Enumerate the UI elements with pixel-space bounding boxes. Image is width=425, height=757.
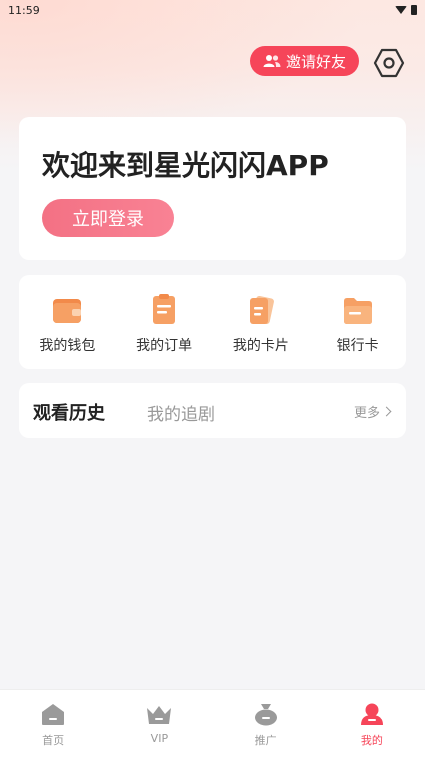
money-bag-icon <box>254 704 277 726</box>
welcome-card: 欢迎来到星光闪闪APP 立即登录 <box>19 117 406 260</box>
invite-users-icon <box>263 55 281 67</box>
status-time: 11:59 <box>8 3 40 17</box>
settings-hexagon-icon[interactable] <box>373 47 405 79</box>
status-icons <box>395 5 417 15</box>
menu-item-orders[interactable]: 我的订单 <box>116 275 213 369</box>
invite-friends-label: 邀请好友 <box>285 52 346 71</box>
menu-label-orders: 我的订单 <box>136 338 193 354</box>
chevron-right-icon <box>381 406 392 417</box>
menu-card: 我的钱包 我的订单 我的卡片 银行卡 <box>19 275 406 369</box>
tab-home[interactable]: 首页 <box>0 690 106 757</box>
menu-label-wallet: 我的钱包 <box>39 338 96 354</box>
more-link[interactable]: 更多 <box>353 402 392 421</box>
crown-icon <box>147 706 172 724</box>
wallet-icon <box>53 299 82 323</box>
tab-label-promote: 推广 <box>254 734 277 747</box>
profile-icon <box>360 703 383 725</box>
home-icon <box>42 704 65 725</box>
history-card: 观看历史 我的追剧 更多 <box>19 383 406 438</box>
order-icon <box>153 294 176 324</box>
bottom-tabbar: 首页 VIP 推广 我的 <box>0 689 425 757</box>
tab-my-series[interactable]: 我的追剧 <box>147 400 215 425</box>
menu-item-wallet[interactable]: 我的钱包 <box>19 275 116 369</box>
tab-watch-history[interactable]: 观看历史 <box>33 399 105 425</box>
tab-label-vip: VIP <box>150 732 169 745</box>
wifi-icon <box>395 6 407 14</box>
login-button[interactable]: 立即登录 <box>42 199 174 237</box>
welcome-title: 欢迎来到星光闪闪APP <box>42 149 329 182</box>
tab-profile[interactable]: 我的 <box>319 690 425 757</box>
bank-card-icon <box>343 298 372 324</box>
tab-label-profile: 我的 <box>360 734 383 747</box>
status-bar: 11:59 <box>0 0 425 20</box>
battery-icon <box>411 5 417 15</box>
more-label: 更多 <box>353 406 380 421</box>
menu-item-bank-card[interactable]: 银行卡 <box>309 275 406 369</box>
invite-friends-button[interactable]: 邀请好友 <box>250 46 359 76</box>
tab-vip[interactable]: VIP <box>106 690 212 757</box>
menu-label-cards: 我的卡片 <box>232 338 289 354</box>
menu-item-cards[interactable]: 我的卡片 <box>213 275 310 369</box>
tab-label-home: 首页 <box>42 734 65 747</box>
tab-promote[interactable]: 推广 <box>213 690 319 757</box>
menu-label-bank-card: 银行卡 <box>336 338 379 354</box>
card-icon <box>249 295 274 325</box>
